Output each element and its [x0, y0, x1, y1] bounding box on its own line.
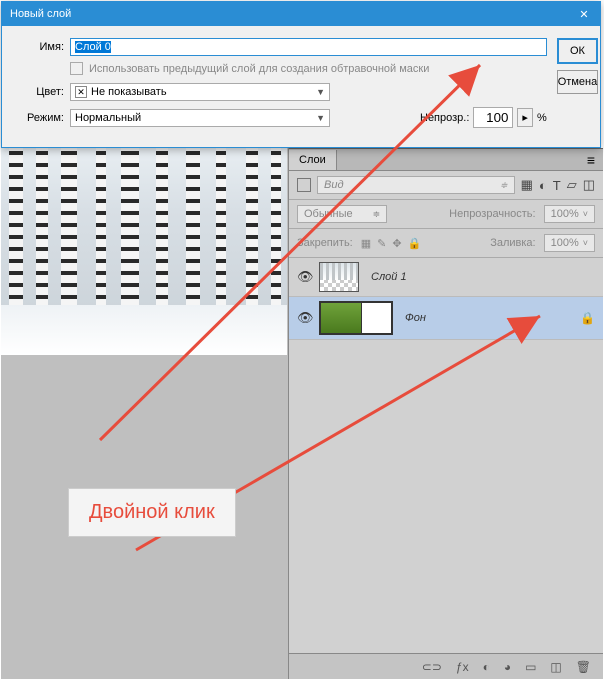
- new-layer-dialog: Новый слой ✕ Имя: Слой 0 Использовать пр…: [1, 1, 601, 148]
- lock-label: Закрепить:: [297, 237, 353, 249]
- opacity-input[interactable]: [473, 107, 513, 128]
- chevron-down-icon: ˅: [583, 238, 588, 248]
- layer-row[interactable]: 👁 Фон 🔒: [289, 297, 603, 340]
- link-icon[interactable]: ⊂⊃: [422, 660, 442, 674]
- lock-brush-icon[interactable]: ✎: [377, 237, 386, 250]
- dialog-title-text: Новый слой: [10, 8, 71, 20]
- name-label: Имя:: [16, 41, 64, 53]
- ok-button[interactable]: ОК: [557, 38, 598, 64]
- panel-bottom-bar: ⊂⊃ ƒx ◐ ◕ ▭ ◫ 🗑: [289, 653, 603, 679]
- mode-label: Режим:: [16, 112, 64, 124]
- filter-select[interactable]: Вид ≑: [317, 176, 515, 194]
- panel-opacity-label: Непрозрачность:: [449, 208, 535, 220]
- adjustment-icon[interactable]: ◕: [504, 660, 511, 674]
- filter-smart-icon[interactable]: ◫: [583, 177, 595, 193]
- opacity-stepper[interactable]: ▸: [517, 108, 533, 127]
- percent-label: %: [537, 112, 547, 124]
- chevron-down-icon: ≑: [373, 209, 381, 220]
- layer-name[interactable]: Слой 1: [371, 271, 407, 283]
- filter-shape-icon[interactable]: ▱: [567, 177, 577, 193]
- none-color-icon: ✕: [75, 86, 87, 98]
- chevron-down-icon: ▼: [316, 87, 325, 97]
- panel-menu-icon[interactable]: ≡: [579, 152, 603, 168]
- blend-mode-value: Обычные: [304, 208, 353, 220]
- name-input[interactable]: Слой 0: [70, 38, 547, 56]
- name-input-value: Слой 0: [75, 41, 111, 53]
- dialog-body: Имя: Слой 0 Использовать предыдущий слой…: [2, 26, 600, 146]
- layer-row[interactable]: 👁 Слой 1: [289, 258, 603, 297]
- layer-thumbnail[interactable]: [319, 262, 359, 292]
- fill-value: 100%: [551, 237, 579, 249]
- mode-value: Нормальный: [75, 112, 141, 124]
- annotation-label: Двойной клик: [68, 488, 236, 537]
- canvas-workspace: [1, 148, 289, 679]
- chevron-down-icon: ≑: [500, 180, 508, 191]
- mask-icon[interactable]: ◐: [483, 660, 490, 674]
- dialog-titlebar[interactable]: Новый слой ✕: [2, 2, 600, 26]
- panel-opacity-value: 100%: [551, 208, 579, 220]
- color-select[interactable]: ✕ Не показывать ▼: [70, 83, 330, 101]
- lock-all-icon[interactable]: 🔒: [408, 237, 422, 250]
- group-icon[interactable]: ▭: [525, 660, 536, 674]
- lock-position-icon[interactable]: ✥: [392, 237, 401, 250]
- clip-mask-checkbox[interactable]: [70, 62, 83, 75]
- chevron-down-icon: ▼: [316, 113, 325, 123]
- fill-input[interactable]: 100% ˅: [544, 234, 595, 252]
- layer-name[interactable]: Фон: [405, 312, 426, 324]
- trash-icon[interactable]: 🗑: [576, 660, 591, 674]
- mode-select[interactable]: Нормальный ▼: [70, 109, 330, 127]
- layers-list: 👁 Слой 1 👁 Фон 🔒: [289, 258, 603, 340]
- panel-opacity-input[interactable]: 100% ˅: [544, 205, 595, 223]
- visibility-icon[interactable]: 👁: [297, 269, 313, 285]
- filter-type-icon[interactable]: T: [553, 178, 561, 193]
- clip-mask-label: Использовать предыдущий слой для создани…: [89, 63, 429, 75]
- close-icon[interactable]: ✕: [576, 6, 592, 22]
- blend-mode-select[interactable]: Обычные ≑: [297, 205, 387, 223]
- lock-pixels-icon[interactable]: ▦: [361, 237, 371, 250]
- tab-layers[interactable]: Слои: [289, 150, 337, 170]
- document-canvas[interactable]: [1, 148, 287, 355]
- chevron-down-icon: ˅: [583, 209, 588, 219]
- fx-icon[interactable]: ƒx: [456, 660, 469, 674]
- layers-panel: Слои ≡ Вид ≑ ▦ ◐ T ▱ ◫ Обычные ≑ Непрозр…: [289, 148, 603, 679]
- mask-thumbnail[interactable]: [361, 303, 391, 333]
- panel-tabs: Слои ≡: [289, 149, 603, 171]
- cancel-button[interactable]: Отмена: [557, 70, 598, 94]
- lock-icon: 🔒: [580, 311, 595, 325]
- color-value: Не показывать: [91, 86, 167, 98]
- color-label: Цвет:: [16, 86, 64, 98]
- filter-pixel-icon[interactable]: ▦: [521, 177, 533, 193]
- layer-thumbnail[interactable]: [321, 303, 361, 333]
- opacity-label: Непрозр.:: [420, 112, 469, 124]
- filter-icon[interactable]: [297, 178, 311, 192]
- filter-adjust-icon[interactable]: ◐: [539, 178, 547, 193]
- fill-label: Заливка:: [490, 237, 535, 249]
- new-layer-icon[interactable]: ◫: [550, 660, 561, 674]
- visibility-icon[interactable]: 👁: [297, 310, 313, 326]
- filter-value: Вид: [324, 179, 344, 191]
